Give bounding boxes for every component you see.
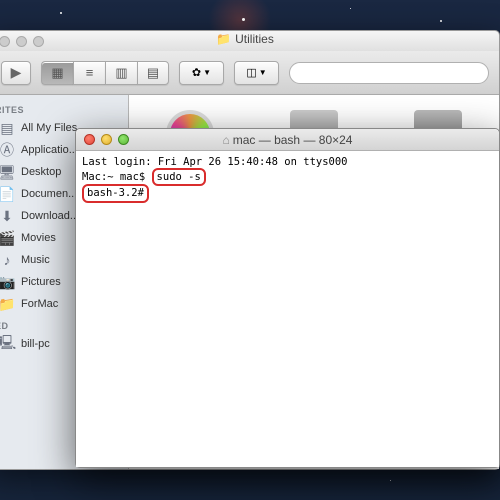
desktop-icon: 🖥 [0, 164, 15, 180]
action-menu-button[interactable]: ✿ ▼ [179, 61, 224, 85]
grid-icon: ▦ [51, 65, 63, 81]
arrange-menu-button[interactable]: ◫ ▼ [234, 61, 279, 85]
computer-icon: 🖳 [0, 336, 15, 352]
finder-close-button[interactable] [0, 36, 10, 47]
sidebar-item-label: Pictures [21, 276, 61, 288]
finder-toolbar: ▶ ▦ ≡ ▥ ▤ ✿ ▼ ◫ ▼ 🔍 [0, 51, 499, 95]
finder-minimize-button[interactable] [16, 36, 27, 47]
sidebar-item-label: ForMac [21, 298, 58, 310]
terminal-line: bash-3.2# [82, 185, 493, 201]
terminal-titlebar[interactable]: ⌂mac — bash — 80×24 [76, 129, 499, 151]
chevron-down-icon: ▼ [259, 68, 267, 77]
sidebar-item-label: Applicatio... [21, 144, 78, 156]
sidebar-item-label: All My Files [21, 122, 77, 134]
sidebar-item-label: bill-pc [21, 338, 50, 350]
home-icon: ⌂ [223, 133, 230, 147]
terminal-window-title: ⌂mac — bash — 80×24 [76, 133, 499, 147]
movies-icon: 🎬 [0, 230, 15, 246]
list-icon: ≡ [86, 65, 94, 80]
sidebar-item-label: Download... [21, 210, 79, 222]
highlight-sudo: sudo -s [152, 168, 206, 186]
chevron-down-icon: ▼ [203, 68, 211, 77]
sidebar-heading-favorites: VORITES [0, 99, 128, 117]
apps-icon: Ⓐ [0, 142, 15, 158]
search-input[interactable] [289, 62, 489, 84]
forward-button[interactable]: ▶ [1, 61, 31, 85]
finder-zoom-button[interactable] [33, 36, 44, 47]
sidebar-item-label: Movies [21, 232, 56, 244]
columns-icon: ▥ [115, 65, 127, 81]
music-icon: ♪ [0, 252, 15, 268]
downloads-icon: ⬇ [0, 208, 15, 224]
column-view-button[interactable]: ▥ [105, 61, 137, 85]
finder-titlebar[interactable]: 📁Utilities [0, 31, 499, 51]
pictures-icon: 📷 [0, 274, 15, 290]
finder-window-title: 📁Utilities [0, 32, 499, 46]
gear-icon: ✿ [192, 66, 201, 79]
terminal-line: Mac:~ mac$ sudo -s [82, 169, 493, 185]
icon-view-button[interactable]: ▦ [41, 61, 73, 85]
terminal-line: Last login: Fri Apr 26 15:40:48 on ttys0… [82, 155, 493, 169]
sidebar-item-label: Music [21, 254, 50, 266]
highlight-bash-prompt: bash-3.2# [82, 184, 149, 202]
folder-icon: 📁 [216, 32, 231, 46]
terminal-window: ⌂mac — bash — 80×24 Last login: Fri Apr … [75, 128, 500, 468]
all-files-icon: ▤ [0, 120, 15, 136]
view-mode-segmented: ▦ ≡ ▥ ▤ [41, 61, 169, 85]
documents-icon: 📄 [0, 186, 15, 202]
arrange-icon: ◫ [246, 66, 256, 79]
coverflow-icon: ▤ [147, 65, 159, 81]
list-view-button[interactable]: ≡ [73, 61, 105, 85]
sidebar-item-label: Documen... [21, 188, 77, 200]
triangle-right-icon: ▶ [11, 64, 22, 81]
sidebar-item-label: Desktop [21, 166, 61, 178]
folder-icon: 📁 [0, 296, 15, 312]
terminal-content[interactable]: Last login: Fri Apr 26 15:40:48 on ttys0… [76, 151, 499, 467]
coverflow-view-button[interactable]: ▤ [137, 61, 169, 85]
